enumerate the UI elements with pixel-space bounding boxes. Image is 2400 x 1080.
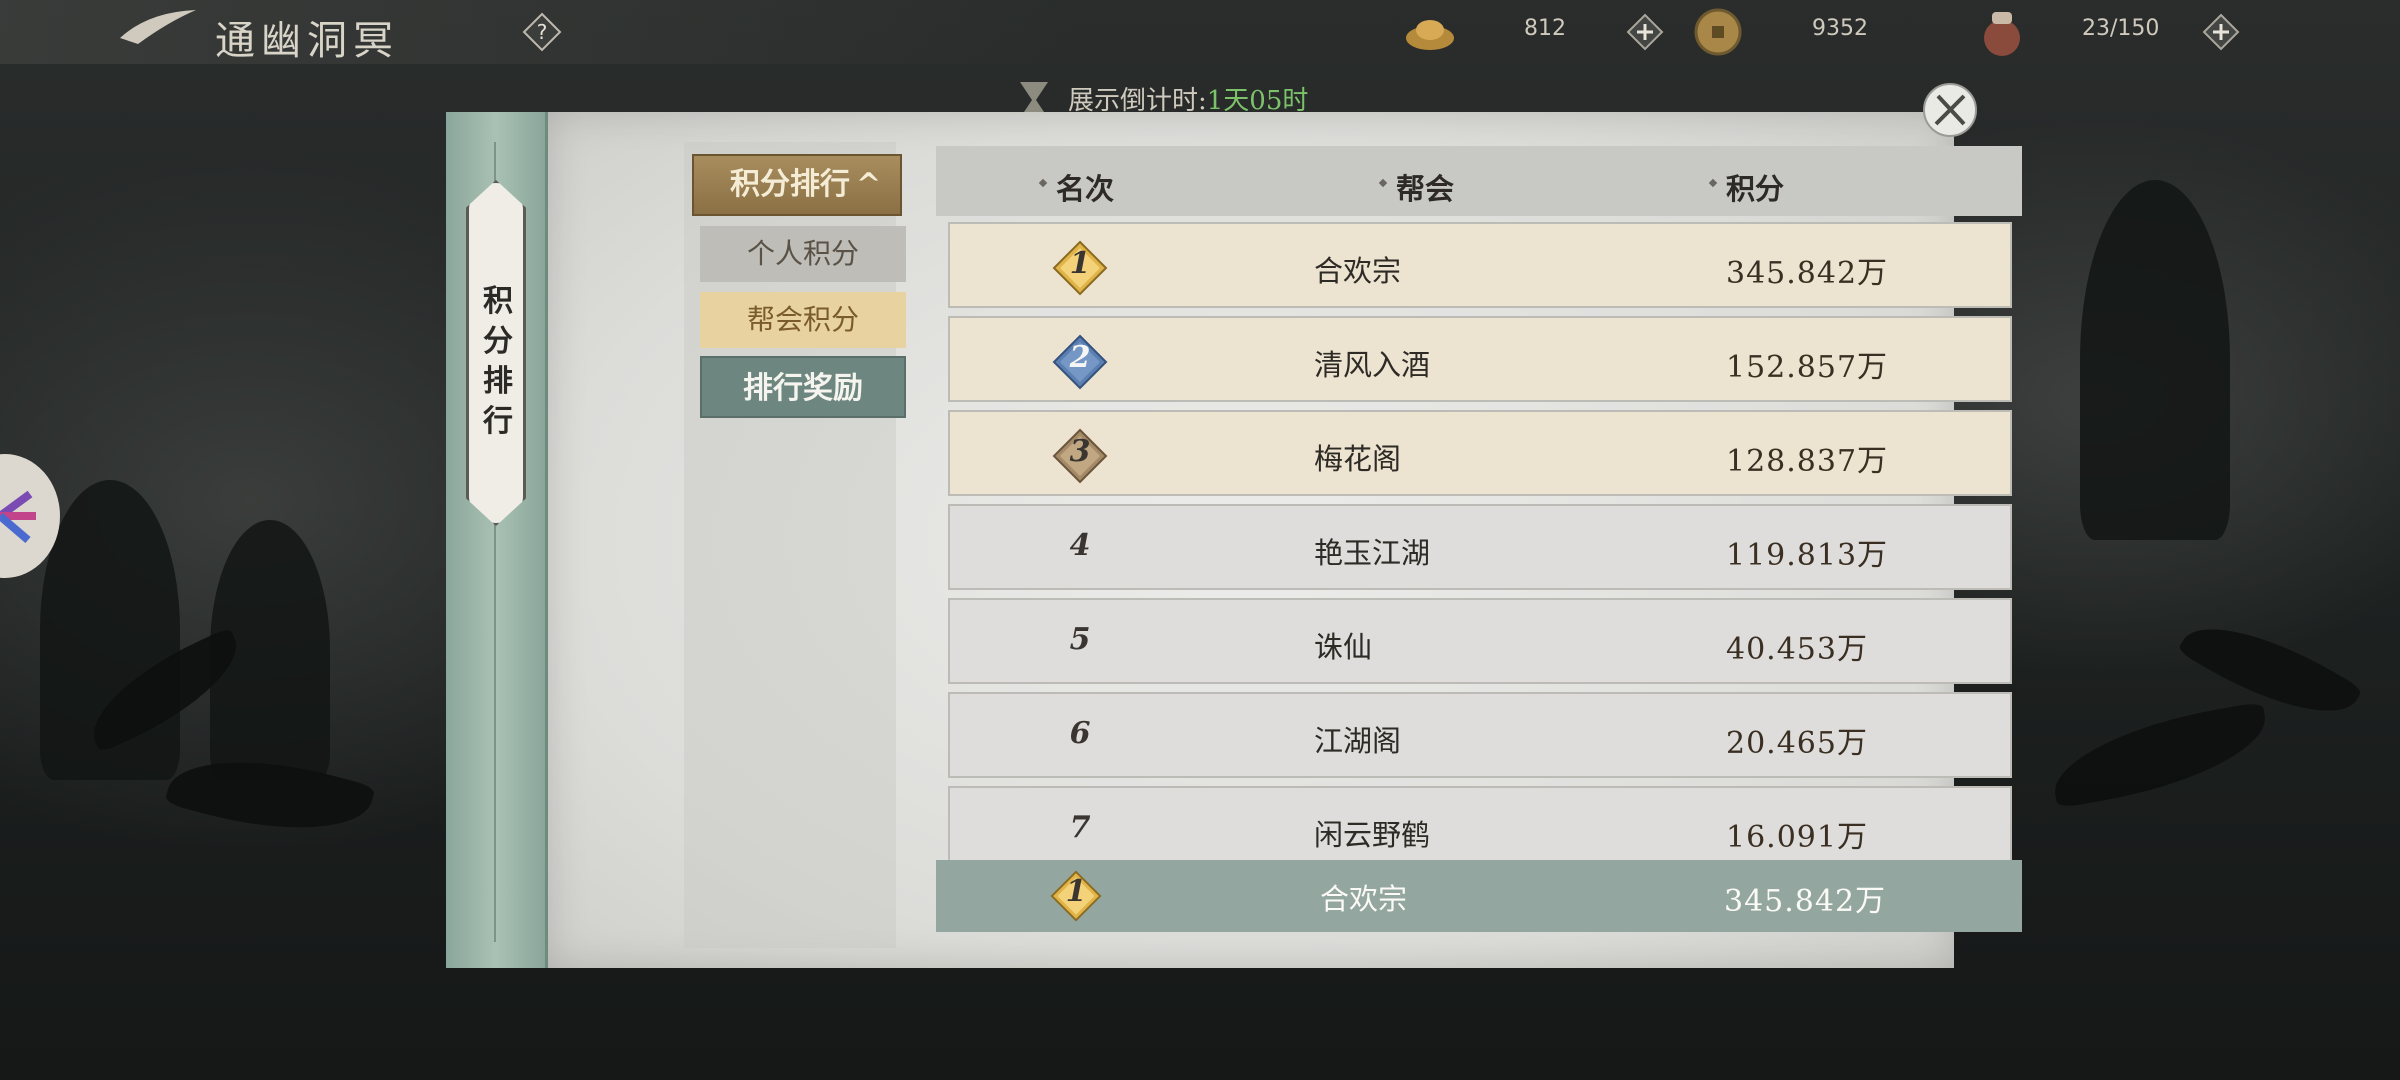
wine-jar-value: 23/150 <box>2082 16 2160 41</box>
column-header-score: 积分 <box>1726 166 1784 208</box>
my-guild-row: 1 合欢宗 345.842万 <box>936 860 2022 932</box>
my-rank-number: 1 <box>1065 874 1087 909</box>
gold-ingot-icon <box>1406 20 1454 50</box>
table-header: 名次 帮会 积分 <box>936 146 2022 216</box>
guild-name: 清风入酒 <box>1314 348 1431 382</box>
menu-item-personal-score[interactable]: 个人积分 <box>700 226 906 282</box>
rank-number: 2 <box>1069 340 1091 375</box>
table-row[interactable]: 4 艳玉江湖 119.813万 <box>948 504 2012 590</box>
bronze-coin-icon <box>1694 8 1742 56</box>
guild-name: 梅花阁 <box>1314 442 1402 476</box>
menu-header-ranking[interactable]: 积分排行 ^ <box>692 154 902 216</box>
menu-item-guild-score[interactable]: 帮会积分 <box>700 292 906 348</box>
gold-ingot-value: 812 <box>1524 16 1566 41</box>
table-row[interactable]: 5 诛仙 40.453万 <box>948 598 2012 684</box>
rank-number: 7 <box>1069 810 1091 845</box>
background-leaf <box>2045 701 2275 809</box>
guild-score: 345.842万 <box>1726 256 1889 291</box>
svg-text:?: ? <box>537 20 548 44</box>
wine-jar-icon <box>1984 12 2020 56</box>
guild-name: 诛仙 <box>1314 630 1373 664</box>
guild-score: 128.837万 <box>1726 444 1889 479</box>
table-row[interactable]: 6 江湖阁 20.465万 <box>948 692 2012 778</box>
rank-number: 6 <box>1069 716 1091 751</box>
side-menu-button[interactable] <box>0 454 60 578</box>
rank-number: 5 <box>1069 622 1091 657</box>
fan-logo-icon <box>0 490 36 544</box>
guild-name: 合欢宗 <box>1314 254 1402 288</box>
guild-score: 16.091万 <box>1726 820 1868 855</box>
rank-number: 3 <box>1069 434 1091 469</box>
column-header-rank: 名次 <box>1056 166 1114 208</box>
table-row[interactable]: 3 梅花阁 128.837万 <box>948 410 2012 496</box>
ranking-panel: 积分排行 积分排行 ^ 个人积分 帮会积分 排行奖励 名次 帮会 积分 1 合欢宗… <box>446 112 2022 968</box>
guild-name: 艳玉江湖 <box>1314 536 1431 570</box>
chevron-up-icon: ^ <box>856 167 882 202</box>
guild-score: 119.813万 <box>1726 538 1889 573</box>
top-bar: 通幽洞冥 ? 812 9352 23/150 <box>0 0 2400 64</box>
add-gold-button[interactable] <box>1626 13 1664 51</box>
close-icon[interactable] <box>1920 80 1980 140</box>
guild-name: 闲云野鹤 <box>1314 818 1431 852</box>
rank-number: 4 <box>1069 528 1091 563</box>
column-header-guild: 帮会 <box>1396 166 1454 208</box>
bronze-coin-value: 9352 <box>1812 16 1868 41</box>
add-wine-button[interactable] <box>2202 13 2240 51</box>
guild-score: 152.857万 <box>1726 350 1889 385</box>
guild-name: 江湖阁 <box>1314 724 1402 758</box>
guild-score: 40.453万 <box>1726 632 1868 667</box>
my-guild-score: 345.842万 <box>1724 884 1887 919</box>
my-guild-name: 合欢宗 <box>1320 882 1408 916</box>
paper-background: 积分排行 ^ 个人积分 帮会积分 排行奖励 名次 帮会 积分 1 合欢宗 345.… <box>548 112 2022 968</box>
table-row[interactable]: 1 合欢宗 345.842万 <box>948 222 2012 308</box>
background-tree <box>2080 180 2230 540</box>
rank-number: 1 <box>1069 246 1091 281</box>
vertical-tab-label: 积分排行 <box>483 284 513 439</box>
guild-score: 20.465万 <box>1726 726 1868 761</box>
scene-title: 通幽洞冥 <box>215 18 399 64</box>
ranking-list[interactable]: 1 合欢宗 345.842万 2 清风入酒 152.857万 3 梅花阁 128… <box>948 222 2012 964</box>
question-mark-icon[interactable]: ? <box>522 12 562 52</box>
ranking-reward-button[interactable]: 排行奖励 <box>700 356 906 418</box>
menu-header-label: 积分排行 <box>730 167 850 202</box>
brush-stroke-icon <box>120 10 196 44</box>
table-row[interactable]: 2 清风入酒 152.857万 <box>948 316 2012 402</box>
